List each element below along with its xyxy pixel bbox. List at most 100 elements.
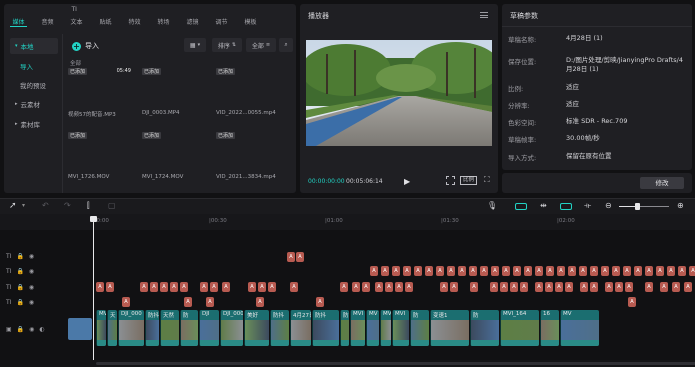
text-clip[interactable]: A (450, 282, 458, 292)
text-clip[interactable]: A (546, 266, 554, 276)
fullscreen-icon[interactable]: ⛶ (484, 175, 490, 185)
video-clip[interactable]: MVI (392, 310, 409, 346)
sidebar-item-1[interactable]: 导入 (10, 58, 58, 74)
media-item-thumbnail[interactable]: 已添加 (140, 66, 207, 106)
text-clip[interactable]: A (375, 282, 383, 292)
text-clip[interactable]: A (268, 282, 276, 292)
text-clip[interactable]: A (140, 282, 148, 292)
tab-media[interactable]: 媒体 (4, 4, 33, 28)
text-clip[interactable]: A (96, 282, 104, 292)
text-clip[interactable]: A (206, 297, 214, 307)
video-clip[interactable]: 防抖 (145, 310, 159, 346)
fit-screen-icon[interactable] (446, 176, 455, 185)
text-clip[interactable]: A (612, 266, 620, 276)
tab-sticker[interactable]: 贴纸 (91, 4, 120, 28)
text-clip[interactable]: A (414, 266, 422, 276)
timeline-scrollbar[interactable] (96, 362, 695, 365)
text-clip[interactable]: A (392, 266, 400, 276)
text-clip[interactable]: A (106, 282, 114, 292)
eye-icon[interactable]: ◉ (29, 268, 34, 275)
tab-text[interactable]: TI 文本 (62, 4, 91, 28)
media-item-thumbnail[interactable]: 已添加 (66, 130, 133, 170)
zoom-in-icon[interactable]: ⊕ (677, 201, 684, 210)
view-mode-button[interactable]: ▦ ▾ (184, 38, 206, 52)
text-clip[interactable]: A (590, 282, 598, 292)
video-clip[interactable]: 防 (340, 310, 349, 346)
text-clip[interactable]: A (296, 252, 304, 262)
redo-icon[interactable]: ↷ (64, 201, 71, 210)
cover-thumbnail[interactable] (68, 318, 92, 340)
zoom-slider-handle[interactable] (635, 203, 640, 210)
text-clip[interactable]: A (340, 282, 348, 292)
import-button[interactable]: + 导入 (72, 41, 99, 51)
sidebar-item-4[interactable]: ▸ 素材库 (10, 116, 58, 132)
search-button[interactable]: ⌕ (279, 38, 293, 52)
sidebar-item-3[interactable]: ▸ 云素材 (10, 96, 58, 112)
video-clip[interactable]: 天 (107, 310, 117, 346)
text-clip[interactable]: A (601, 266, 609, 276)
media-item-thumbnail[interactable]: 已添加 (214, 66, 281, 106)
text-clip[interactable]: A (290, 282, 298, 292)
text-clip[interactable]: A (689, 266, 695, 276)
text-clip[interactable]: A (184, 297, 192, 307)
text-clip[interactable]: A (656, 266, 664, 276)
text-clip[interactable]: A (150, 282, 158, 292)
tab-template[interactable]: 模板 (236, 4, 265, 28)
text-clip[interactable]: A (385, 282, 393, 292)
video-clip[interactable]: MV (96, 310, 106, 346)
text-clip[interactable]: A (634, 266, 642, 276)
eye-icon[interactable]: ◉ (29, 284, 34, 291)
lock-icon[interactable]: 🔒 (16, 268, 23, 275)
modify-button[interactable]: 修改 (640, 177, 684, 189)
text-clip[interactable]: A (222, 282, 230, 292)
microphone-icon[interactable]: 🎙 (487, 201, 497, 210)
text-clip[interactable]: A (170, 282, 178, 292)
video-clip[interactable]: 防 (470, 310, 499, 346)
lock-icon[interactable]: 🔒 (16, 284, 23, 291)
video-clip[interactable]: 天然 (160, 310, 179, 346)
zoom-out-icon[interactable]: ⊖ (605, 201, 612, 210)
text-clip[interactable]: A (535, 282, 543, 292)
video-clip[interactable]: MV (560, 310, 599, 346)
mute-icon[interactable]: ◐ (39, 326, 44, 333)
snap-icon[interactable]: ⇹ (540, 201, 547, 210)
text-clip[interactable]: A (405, 282, 413, 292)
text-clip[interactable]: A (590, 266, 598, 276)
text-clip[interactable]: A (645, 266, 653, 276)
tab-filter[interactable]: 滤镜 (178, 4, 207, 28)
timeline-ruler[interactable]: 00:00 |00:30 |01:00 |01:30 |02:00 (0, 214, 695, 230)
text-clip[interactable]: A (160, 282, 168, 292)
video-clip[interactable]: 16 (540, 310, 559, 346)
media-item-thumbnail[interactable]: 已添加 05:49 (66, 66, 133, 106)
text-clip[interactable]: A (684, 282, 692, 292)
lock-icon[interactable]: 🔒 (16, 299, 23, 306)
text-clip[interactable]: A (440, 282, 448, 292)
sidebar-item-0[interactable]: ▾ 本地 (10, 38, 58, 54)
text-clip[interactable]: A (256, 297, 264, 307)
playhead[interactable] (93, 216, 94, 361)
text-clip[interactable]: A (678, 266, 686, 276)
text-clip[interactable]: A (615, 282, 623, 292)
video-preview[interactable] (306, 40, 492, 146)
text-clip[interactable]: A (520, 282, 528, 292)
video-clip[interactable]: MV (366, 310, 379, 346)
text-clip[interactable]: A (645, 282, 653, 292)
video-clip[interactable]: 防抖 (270, 310, 289, 346)
text-clip[interactable]: A (436, 266, 444, 276)
text-clip[interactable]: A (200, 282, 208, 292)
text-clip[interactable]: A (122, 297, 130, 307)
text-clip[interactable]: A (362, 282, 370, 292)
video-clip[interactable]: 防 (180, 310, 198, 346)
text-clip[interactable]: A (258, 282, 266, 292)
linkage-icon[interactable] (560, 203, 572, 210)
sidebar-item-2[interactable]: 我的预设 (10, 77, 58, 93)
text-clip[interactable]: A (524, 266, 532, 276)
ratio-button[interactable]: 比例 (460, 176, 478, 185)
video-clip[interactable]: 4月27日.mp4 (290, 310, 311, 346)
video-clip[interactable]: MVI_164 (500, 310, 539, 346)
video-clip[interactable]: 防抖 (312, 310, 339, 346)
text-clip[interactable]: A (535, 266, 543, 276)
delete-icon[interactable]: ▢ (108, 201, 116, 210)
text-clip[interactable]: A (316, 297, 324, 307)
text-clip[interactable]: A (490, 282, 498, 292)
